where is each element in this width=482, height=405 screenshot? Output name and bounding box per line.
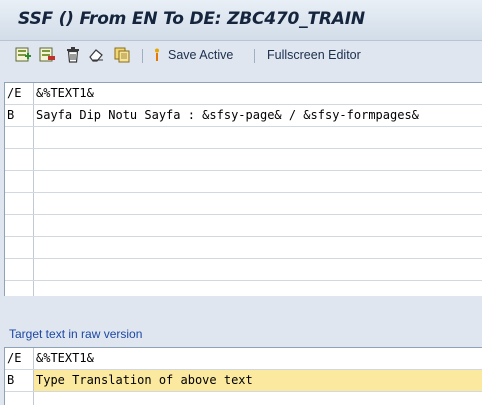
copy-icon[interactable] — [113, 46, 131, 64]
editor-row-highlighted[interactable]: B Type Translation of above text — [5, 370, 482, 392]
toolbar-separator — [254, 49, 255, 63]
insert-row-icon[interactable] — [14, 46, 32, 64]
editor-row[interactable] — [5, 127, 482, 149]
editor-row[interactable]: B Sayfa Dip Notu Sayfa : &sfsy-page& / &s… — [5, 105, 482, 127]
source-text-editor[interactable]: /E &%TEXT1& B Sayfa Dip Notu Sayfa : &sfsy… — [4, 82, 482, 296]
editor-row[interactable]: /E &%TEXT1& — [5, 348, 482, 370]
editor-row[interactable] — [5, 237, 482, 259]
paragraph-format[interactable]: B — [5, 105, 34, 126]
paragraph-format[interactable]: /E — [5, 348, 34, 369]
editor-row[interactable] — [5, 281, 482, 296]
target-text-editor[interactable]: /E &%TEXT1& B Type Translation of above te… — [4, 347, 482, 405]
paragraph-format[interactable] — [5, 259, 34, 280]
line-text[interactable]: &%TEXT1& — [36, 83, 94, 104]
paragraph-format[interactable] — [5, 281, 34, 296]
activate-icon — [152, 46, 162, 64]
toolbar-separator — [142, 49, 143, 63]
save-active-button[interactable]: Save Active — [168, 48, 233, 62]
paragraph-format[interactable]: B — [5, 370, 34, 391]
eraser-icon[interactable] — [88, 46, 106, 64]
paragraph-format[interactable]: /E — [5, 83, 34, 104]
target-text-label: Target text in raw version — [9, 327, 143, 341]
translation-input[interactable]: Type Translation of above text — [36, 370, 253, 391]
paragraph-format[interactable] — [5, 171, 34, 192]
delete-row-icon[interactable] — [38, 46, 56, 64]
trash-icon[interactable] — [64, 46, 82, 64]
line-text[interactable]: Sayfa Dip Notu Sayfa : &sfsy-page& / &sf… — [36, 105, 419, 126]
paragraph-format[interactable] — [5, 149, 34, 170]
line-text[interactable]: &%TEXT1& — [36, 348, 94, 369]
paragraph-format[interactable] — [5, 392, 34, 405]
paragraph-format[interactable] — [5, 215, 34, 236]
paragraph-format[interactable] — [5, 193, 34, 214]
editor-row[interactable] — [5, 171, 482, 193]
editor-row[interactable] — [5, 149, 482, 171]
editor-row[interactable] — [5, 392, 482, 405]
paragraph-format[interactable] — [5, 237, 34, 258]
window-title: SSF () From EN To DE: ZBC470_TRAIN — [18, 9, 365, 29]
paragraph-format[interactable] — [5, 127, 34, 148]
editor-row[interactable]: /E &%TEXT1& — [5, 83, 482, 105]
fullscreen-editor-button[interactable]: Fullscreen Editor — [267, 48, 361, 62]
editor-row[interactable] — [5, 215, 482, 237]
editor-row[interactable] — [5, 193, 482, 215]
editor-row[interactable] — [5, 259, 482, 281]
title-bar: SSF () From EN To DE: ZBC470_TRAIN — [0, 0, 482, 41]
editor-toolbar: Save Active Fullscreen Editor — [0, 41, 482, 71]
